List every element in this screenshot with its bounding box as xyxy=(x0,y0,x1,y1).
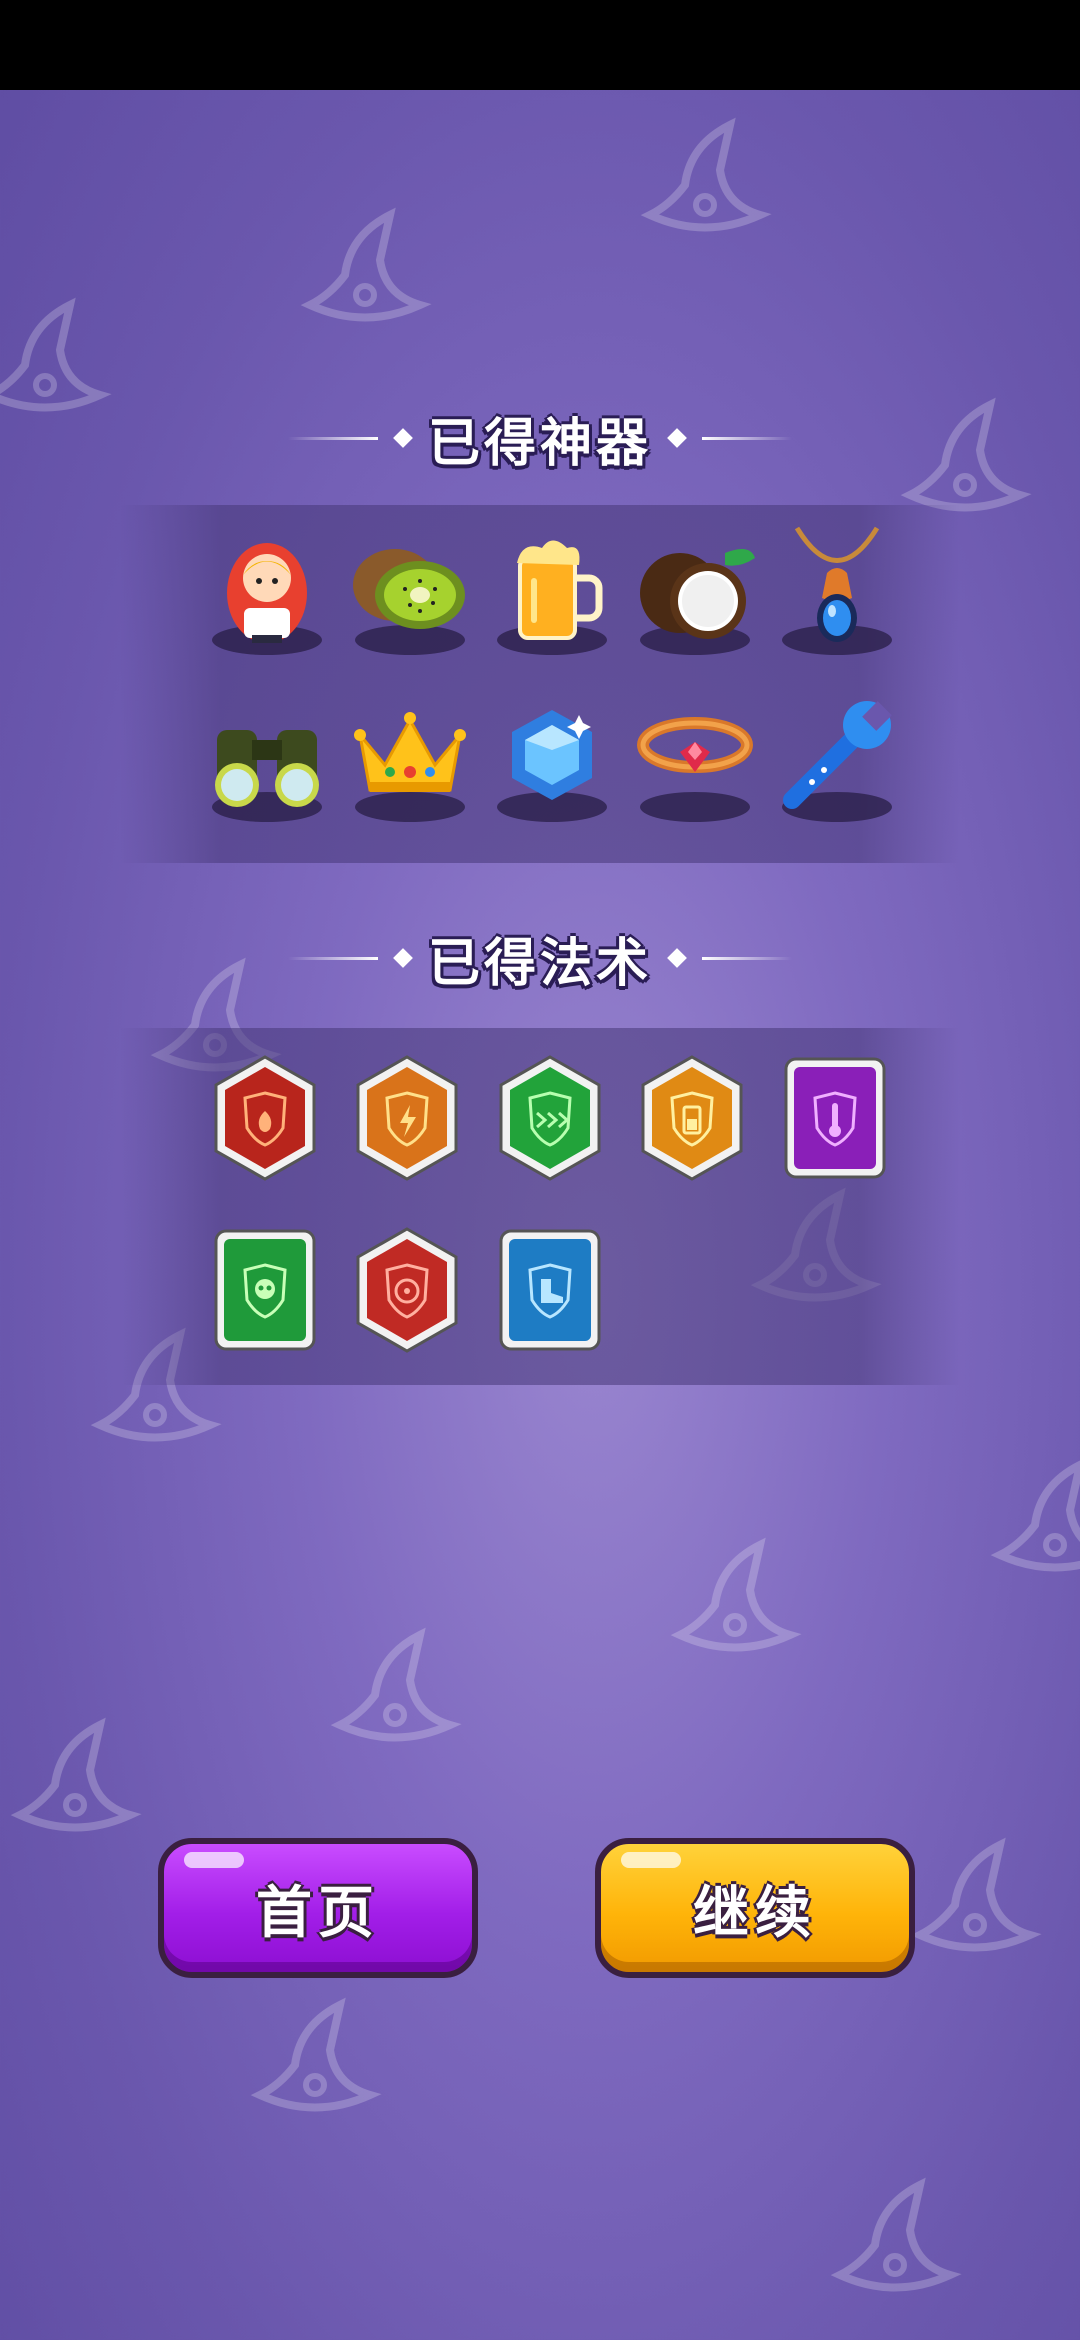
divider xyxy=(702,436,792,440)
continue-button-label: 继续 xyxy=(693,1880,817,1946)
artifact-kiwi[interactable] xyxy=(345,523,475,663)
diamond-ornament xyxy=(667,948,687,968)
wizard-hat-icon xyxy=(640,117,772,232)
diamond-ornament xyxy=(393,948,413,968)
artifact-ruby-ring[interactable] xyxy=(630,690,760,830)
blue-gem-icon xyxy=(512,710,592,800)
divider xyxy=(287,436,378,440)
boot-shield-spell-icon[interactable] xyxy=(495,1225,605,1355)
crown-icon xyxy=(354,712,466,792)
spells-panel xyxy=(120,1028,960,1385)
ruby-ring-icon xyxy=(637,717,753,773)
wrench-icon xyxy=(783,701,892,809)
divider xyxy=(702,956,792,960)
skull-shield-spell-icon[interactable] xyxy=(210,1225,320,1355)
coconut-icon xyxy=(640,549,755,639)
diamond-ornament xyxy=(667,428,687,448)
wizard-hat-icon xyxy=(990,1460,1080,1572)
wizard-hat-icon xyxy=(300,207,432,322)
diamond-ornament xyxy=(393,428,413,448)
artifact-blue-gem[interactable] xyxy=(487,690,617,830)
target-shield-spell-icon[interactable] xyxy=(352,1225,462,1355)
wizard-hat-icon xyxy=(830,2177,962,2292)
wizard-hat-icon xyxy=(250,1997,382,2112)
spells-title: 已得法术 xyxy=(427,933,652,994)
artifact-nesting-doll[interactable] xyxy=(202,523,332,663)
home-button[interactable]: 首页 xyxy=(158,1838,478,1978)
spells-header: 已得法术 xyxy=(0,918,1080,998)
thermometer-shield-spell-icon[interactable] xyxy=(780,1053,890,1183)
pendant-icon xyxy=(794,526,880,642)
artifact-binoculars[interactable] xyxy=(202,690,332,830)
speed-shield-spell-icon[interactable] xyxy=(495,1053,605,1183)
kiwi-icon xyxy=(353,549,465,629)
continue-button[interactable]: 继续 xyxy=(595,1838,915,1978)
artifact-wrench[interactable] xyxy=(772,690,902,830)
status-bar xyxy=(0,0,1080,90)
wizard-hat-icon xyxy=(910,1837,1042,1952)
beer-mug-icon xyxy=(517,540,603,640)
lightning-shield-spell-icon[interactable] xyxy=(352,1053,462,1183)
artifacts-header: 已得神器 xyxy=(0,398,1080,478)
artifact-crown[interactable] xyxy=(345,690,475,830)
divider xyxy=(287,956,378,960)
wizard-hat-icon xyxy=(670,1537,802,1652)
wizard-hat-icon xyxy=(10,1717,142,1832)
binoculars-icon xyxy=(215,730,319,807)
artifacts-title: 已得神器 xyxy=(427,413,652,474)
artifact-pendant[interactable] xyxy=(772,523,902,663)
wizard-hat-icon xyxy=(330,1627,462,1742)
battery-shield-spell-icon[interactable] xyxy=(637,1053,747,1183)
fire-shield-spell-icon[interactable] xyxy=(210,1053,320,1183)
artifacts-panel xyxy=(120,505,960,863)
artifact-beer-mug[interactable] xyxy=(487,523,617,663)
nesting-doll-icon xyxy=(227,543,307,643)
home-button-label: 首页 xyxy=(256,1880,380,1946)
artifact-coconut[interactable] xyxy=(630,523,760,663)
